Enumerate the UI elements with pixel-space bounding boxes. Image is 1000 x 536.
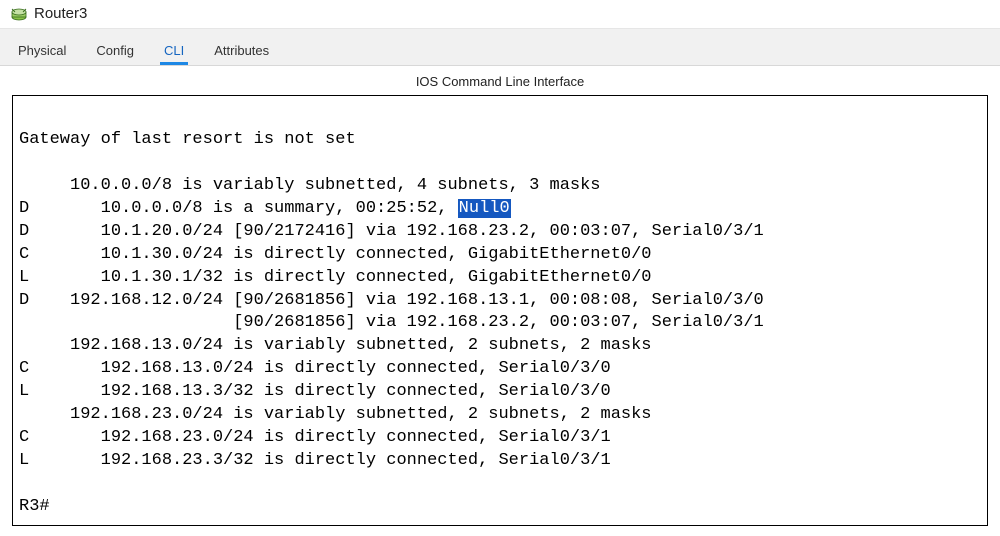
cli-line: [90/2681856] via 192.168.23.2, 00:03:07,…: [19, 313, 764, 332]
cli-line: C 192.168.23.0/24 is directly connected,…: [19, 428, 611, 447]
cli-line: 10.0.0.0/8 is variably subnetted, 4 subn…: [19, 176, 601, 195]
cli-line: D 192.168.12.0/24 [90/2681856] via 192.1…: [19, 291, 764, 310]
cli-line: C 192.168.13.0/24 is directly connected,…: [19, 359, 611, 378]
cli-selection[interactable]: Null0: [458, 199, 511, 218]
window-titlebar: Router3: [0, 0, 1000, 29]
window-title: Router3: [34, 5, 87, 22]
tab-physical[interactable]: Physical: [14, 37, 70, 65]
tab-cli[interactable]: CLI: [160, 37, 188, 65]
cli-line: L 192.168.13.3/32 is directly connected,…: [19, 382, 611, 401]
cli-prompt: R3#: [19, 497, 50, 516]
cli-line: L 192.168.23.3/32 is directly connected,…: [19, 451, 611, 470]
tab-bar: Physical Config CLI Attributes: [0, 29, 1000, 66]
cli-line: C 10.1.30.0/24 is directly connected, Gi…: [19, 245, 652, 264]
terminal-container: Gateway of last resort is not set 10.0.0…: [12, 95, 988, 526]
tab-config[interactable]: Config: [92, 37, 138, 65]
cli-line: D 10.1.20.0/24 [90/2172416] via 192.168.…: [19, 222, 764, 241]
panel-title: IOS Command Line Interface: [0, 66, 1000, 95]
cli-line: 192.168.13.0/24 is variably subnetted, 2…: [19, 336, 652, 355]
router-icon: [10, 4, 28, 22]
cli-line: Gateway of last resort is not set: [19, 130, 356, 149]
tab-attributes[interactable]: Attributes: [210, 37, 273, 65]
cli-line: 192.168.23.0/24 is variably subnetted, 2…: [19, 405, 652, 424]
cli-line: L 10.1.30.1/32 is directly connected, Gi…: [19, 268, 652, 287]
cli-line: D 10.0.0.0/8 is a summary, 00:25:52,: [19, 199, 458, 218]
cli-terminal[interactable]: Gateway of last resort is not set 10.0.0…: [12, 95, 988, 526]
